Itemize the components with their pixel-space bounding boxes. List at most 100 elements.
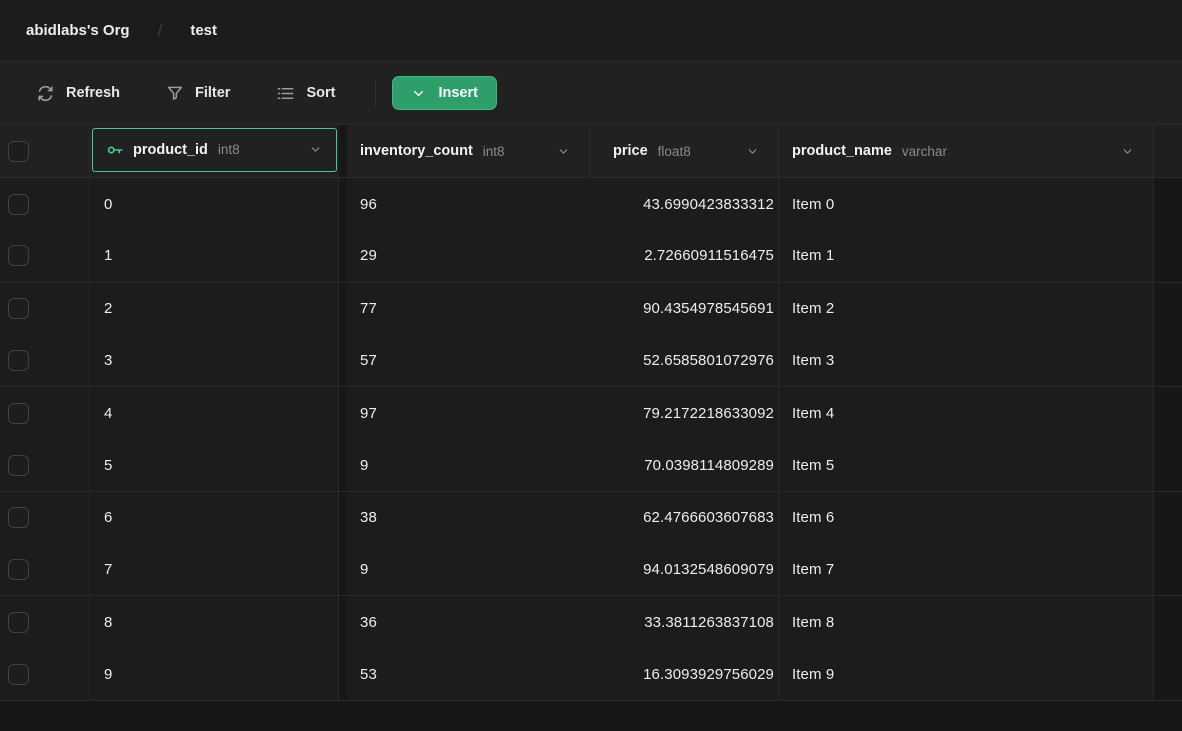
cell-product-id[interactable]: 6 [90,492,339,544]
cell-price[interactable]: 79.2172218633092 [590,387,779,439]
cell-inventory-count[interactable]: 57 [347,335,590,386]
sort-list-icon [276,84,295,103]
cell-price[interactable]: 52.6585801072976 [590,335,779,386]
cell-price[interactable]: 70.0398114809289 [590,439,779,490]
cell-product-id[interactable]: 9 [90,649,339,700]
funnel-icon [166,84,184,102]
column-header-product-name[interactable]: product_name varchar [779,125,1154,177]
cell-product-name[interactable]: Item 0 [779,178,1154,230]
empty-cell [1154,335,1182,386]
header-empty-cell [1154,125,1182,177]
cell-product-id[interactable]: 0 [90,178,339,230]
row-checkbox[interactable] [8,664,29,685]
column-header-inventory-count[interactable]: inventory_count int8 [347,125,590,177]
column-header-price[interactable]: price float8 [590,125,779,177]
sort-button[interactable]: Sort [264,76,347,111]
row-checkbox[interactable] [8,298,29,319]
cell-inventory-count[interactable]: 96 [347,178,590,230]
chevron-down-icon[interactable] [746,145,778,158]
table-row: 8 36 33.3811263837108 Item 8 [0,596,1182,648]
chevron-down-icon[interactable] [1121,145,1153,158]
table-row: 3 57 52.6585801072976 Item 3 [0,335,1182,387]
cell-product-name[interactable]: Item 8 [779,596,1154,648]
column-type: int8 [218,142,240,157]
cell-price[interactable]: 33.3811263837108 [590,596,779,648]
empty-cell [1154,439,1182,490]
empty-cell [1154,230,1182,281]
cell-product-id[interactable]: 4 [90,387,339,439]
cell-product-id[interactable]: 1 [90,230,339,281]
breadcrumb-org[interactable]: abidlabs's Org [26,22,130,39]
refresh-label: Refresh [66,85,120,101]
refresh-button[interactable]: Refresh [24,76,132,111]
cell-product-name[interactable]: Item 1 [779,230,1154,281]
breadcrumb-separator: / [158,21,163,41]
row-checkbox[interactable] [8,455,29,476]
table-row: 5 9 70.0398114809289 Item 5 [0,439,1182,491]
cell-product-id[interactable]: 8 [90,596,339,648]
cell-price[interactable]: 43.6990423833312 [590,178,779,230]
cell-product-name[interactable]: Item 3 [779,335,1154,386]
cell-price[interactable]: 94.0132548609079 [590,544,779,595]
row-checkbox[interactable] [8,559,29,580]
row-checkbox[interactable] [8,245,29,266]
cell-product-name[interactable]: Item 2 [779,283,1154,335]
pinned-column-gutter [339,283,347,335]
empty-cell [1154,283,1182,335]
row-select-cell [0,544,90,595]
column-header-product-id[interactable]: product_id int8 [90,125,339,177]
select-all-checkbox[interactable] [8,141,29,162]
toolbar: Refresh Filter Sort Insert [0,62,1182,125]
cell-inventory-count[interactable]: 9 [347,544,590,595]
cell-inventory-count[interactable]: 77 [347,283,590,335]
table-bottom-strip [0,701,1182,730]
cell-product-name[interactable]: Item 5 [779,439,1154,490]
cell-product-id[interactable]: 2 [90,283,339,335]
cell-inventory-count[interactable]: 97 [347,387,590,439]
cell-product-name[interactable]: Item 7 [779,544,1154,595]
filter-button[interactable]: Filter [154,76,242,110]
cell-inventory-count[interactable]: 53 [347,649,590,700]
row-checkbox[interactable] [8,612,29,633]
cell-price[interactable]: 16.3093929756029 [590,649,779,700]
selected-column-outline[interactable]: product_id int8 [92,128,337,172]
cell-product-name[interactable]: Item 6 [779,492,1154,544]
row-checkbox[interactable] [8,403,29,424]
cell-inventory-count[interactable]: 29 [347,230,590,281]
empty-cell [1154,544,1182,595]
insert-label: Insert [438,85,478,101]
cell-product-name[interactable]: Item 4 [779,387,1154,439]
cell-inventory-count[interactable]: 38 [347,492,590,544]
row-select-cell [0,230,90,281]
cell-product-id[interactable]: 3 [90,335,339,386]
empty-cell [1154,492,1182,544]
row-checkbox[interactable] [8,507,29,528]
breadcrumb-table[interactable]: test [190,22,217,39]
column-type: int8 [483,144,505,159]
table-row: 0 96 43.6990423833312 Item 0 [0,178,1182,230]
cell-price[interactable]: 90.4354978545691 [590,283,779,335]
pinned-column-gutter [339,439,347,490]
cell-inventory-count[interactable]: 36 [347,596,590,648]
select-all-cell [0,125,90,177]
row-checkbox[interactable] [8,350,29,371]
table-body: 0 96 43.6990423833312 Item 0 1 29 2.7266… [0,178,1182,701]
chevron-down-icon[interactable] [557,145,589,158]
cell-product-id[interactable]: 5 [90,439,339,490]
cell-inventory-count[interactable]: 9 [347,439,590,490]
table-row: 1 29 2.72660911516475 Item 1 [0,230,1182,282]
table-grid: product_id int8 inventory_count int8 pri… [0,125,1182,730]
cell-price[interactable]: 2.72660911516475 [590,230,779,281]
pinned-column-gutter [339,492,347,544]
empty-cell [1154,649,1182,700]
chevron-down-icon[interactable] [309,143,336,156]
insert-button[interactable]: Insert [392,76,497,110]
column-name: price [613,143,648,159]
table-row: 6 38 62.4766603607683 Item 6 [0,492,1182,544]
row-select-cell [0,387,90,439]
cell-product-id[interactable]: 7 [90,544,339,595]
pinned-column-gutter [339,544,347,595]
cell-product-name[interactable]: Item 9 [779,649,1154,700]
cell-price[interactable]: 62.4766603607683 [590,492,779,544]
row-checkbox[interactable] [8,194,29,215]
